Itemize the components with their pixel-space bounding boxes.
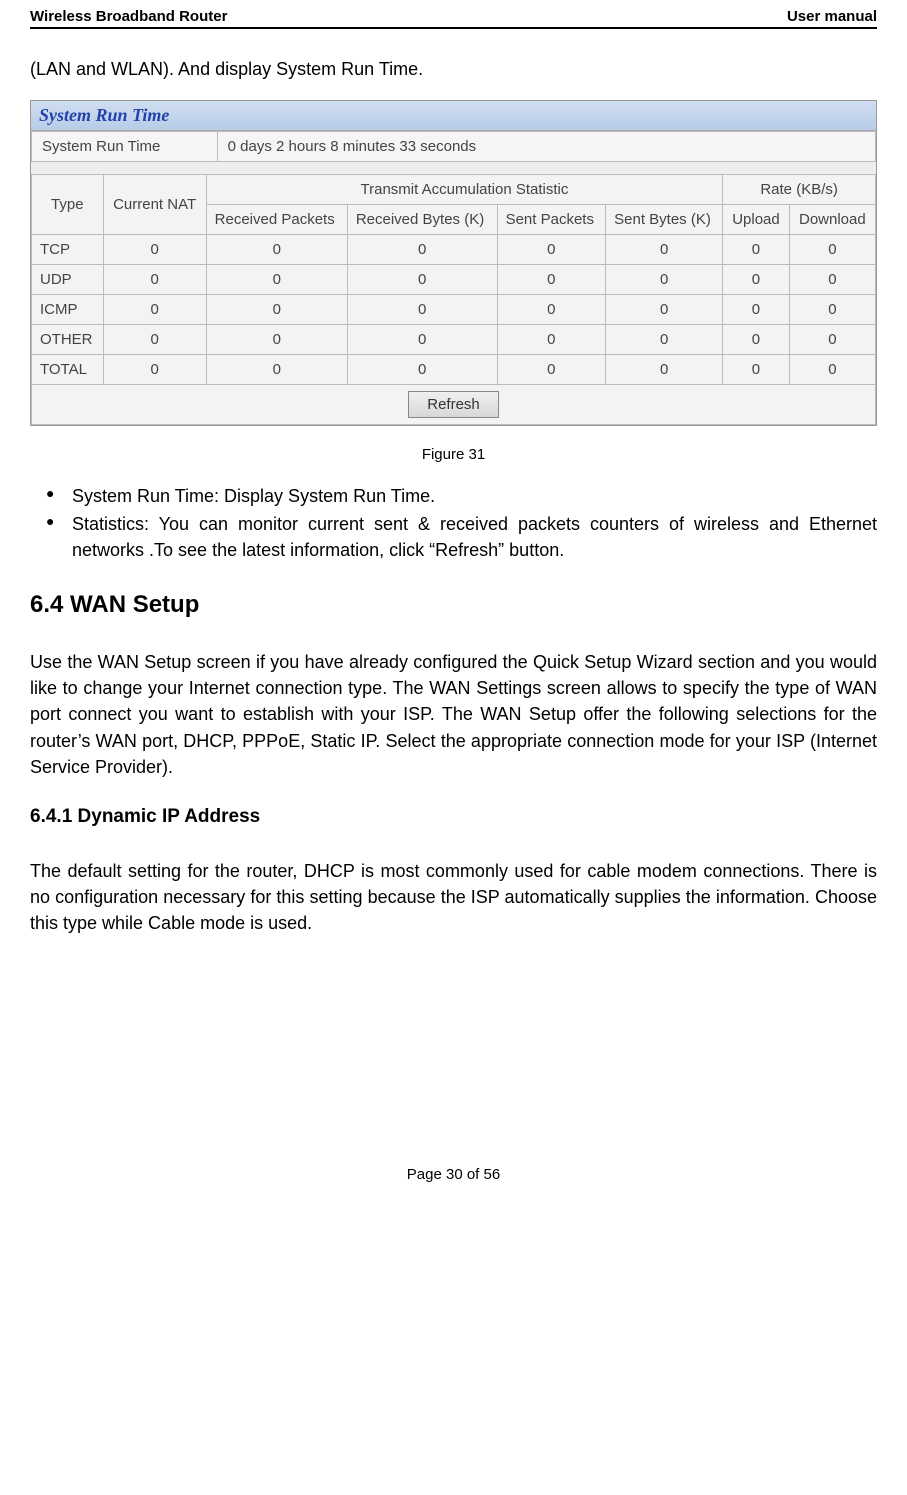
cell-rb: 0 <box>347 325 497 355</box>
system-runtime-panel: System Run Time System Run Time 0 days 2… <box>30 100 877 426</box>
list-item: System Run Time: Display System Run Time… <box>40 483 877 509</box>
cell-sp: 0 <box>497 355 606 385</box>
header-right: User manual <box>787 8 877 25</box>
col-current-nat: Current NAT <box>103 175 206 235</box>
cell-type: TCP <box>32 235 104 265</box>
header-divider <box>30 27 877 29</box>
intro-line: (LAN and WLAN). And display System Run T… <box>30 59 877 80</box>
cell-sb: 0 <box>606 295 723 325</box>
cell-dn: 0 <box>789 325 875 355</box>
cell-nat: 0 <box>103 265 206 295</box>
cell-dn: 0 <box>789 265 875 295</box>
cell-nat: 0 <box>103 355 206 385</box>
cell-dn: 0 <box>789 355 875 385</box>
runtime-label: System Run Time <box>32 132 218 162</box>
cell-nat: 0 <box>103 235 206 265</box>
cell-sb: 0 <box>606 325 723 355</box>
table-row: TCP 0 0 0 0 0 0 0 <box>32 235 876 265</box>
cell-up: 0 <box>723 355 789 385</box>
col-upload: Upload <box>723 205 789 235</box>
cell-up: 0 <box>723 295 789 325</box>
col-sent-bytes: Sent Bytes (K) <box>606 205 723 235</box>
cell-type: UDP <box>32 265 104 295</box>
section-6-4-heading: 6.4 WAN Setup <box>30 591 877 619</box>
section-6-4-para: Use the WAN Setup screen if you have alr… <box>30 649 877 779</box>
stats-tbody: TCP 0 0 0 0 0 0 0 UDP 0 0 0 0 0 0 0 ICMP <box>32 235 876 425</box>
cell-sb: 0 <box>606 235 723 265</box>
header-left: Wireless Broadband Router <box>30 8 227 25</box>
page-footer: Page 30 of 56 <box>30 1166 877 1183</box>
table-row: OTHER 0 0 0 0 0 0 0 <box>32 325 876 355</box>
runtime-value: 0 days 2 hours 8 minutes 33 seconds <box>217 132 875 162</box>
cell-rb: 0 <box>347 235 497 265</box>
table-row: ICMP 0 0 0 0 0 0 0 <box>32 295 876 325</box>
cell-up: 0 <box>723 235 789 265</box>
cell-sb: 0 <box>606 265 723 295</box>
table-row: TOTAL 0 0 0 0 0 0 0 <box>32 355 876 385</box>
cell-rp: 0 <box>206 295 347 325</box>
table-row: UDP 0 0 0 0 0 0 0 <box>32 265 876 295</box>
cell-sp: 0 <box>497 325 606 355</box>
stats-header-row1: Type Current NAT Transmit Accumulation S… <box>32 175 876 205</box>
cell-rb: 0 <box>347 295 497 325</box>
bullet-list: System Run Time: Display System Run Time… <box>40 483 877 563</box>
cell-rp: 0 <box>206 235 347 265</box>
col-recv-bytes: Received Bytes (K) <box>347 205 497 235</box>
cell-rb: 0 <box>347 355 497 385</box>
col-rate-group: Rate (KB/s) <box>723 175 876 205</box>
cell-rp: 0 <box>206 265 347 295</box>
cell-nat: 0 <box>103 295 206 325</box>
cell-dn: 0 <box>789 235 875 265</box>
cell-sp: 0 <box>497 265 606 295</box>
runtime-table: System Run Time 0 days 2 hours 8 minutes… <box>31 131 876 162</box>
runtime-row: System Run Time 0 days 2 hours 8 minutes… <box>32 132 876 162</box>
cell-rp: 0 <box>206 355 347 385</box>
col-recv-packets: Received Packets <box>206 205 347 235</box>
refresh-row: Refresh <box>32 385 876 425</box>
col-download: Download <box>789 205 875 235</box>
cell-sp: 0 <box>497 235 606 265</box>
cell-rb: 0 <box>347 265 497 295</box>
refresh-button[interactable]: Refresh <box>408 391 499 418</box>
figure-caption: Figure 31 <box>30 446 877 463</box>
cell-dn: 0 <box>789 295 875 325</box>
panel-title: System Run Time <box>31 101 876 131</box>
cell-rp: 0 <box>206 325 347 355</box>
page-header: Wireless Broadband Router User manual <box>30 0 877 27</box>
list-item: Statistics: You can monitor current sent… <box>40 511 877 563</box>
section-6-4-1-para: The default setting for the router, DHCP… <box>30 858 877 936</box>
cell-type: TOTAL <box>32 355 104 385</box>
stats-table: Type Current NAT Transmit Accumulation S… <box>31 174 876 425</box>
cell-type: OTHER <box>32 325 104 355</box>
col-sent-packets: Sent Packets <box>497 205 606 235</box>
col-type: Type <box>32 175 104 235</box>
cell-type: ICMP <box>32 295 104 325</box>
section-6-4-1-heading: 6.4.1 Dynamic IP Address <box>30 806 877 828</box>
cell-sp: 0 <box>497 295 606 325</box>
col-transmit-group: Transmit Accumulation Statistic <box>206 175 723 205</box>
cell-up: 0 <box>723 325 789 355</box>
cell-sb: 0 <box>606 355 723 385</box>
cell-up: 0 <box>723 265 789 295</box>
cell-nat: 0 <box>103 325 206 355</box>
